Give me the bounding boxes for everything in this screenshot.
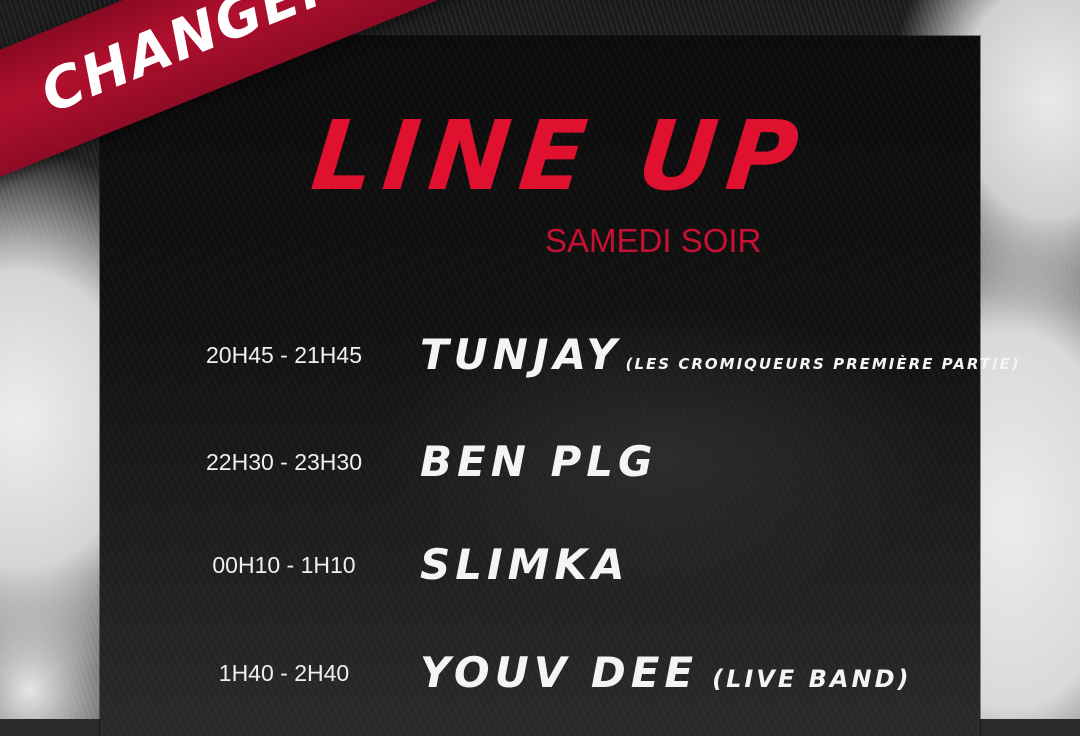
artist-label: TUNJAY: [420, 330, 622, 379]
lineup-row: 20H45 - 21H45 TUNJAY (LES CROMIQUEURS PRE…: [0, 325, 1080, 385]
artist-name: TUNJAY (LES CROMIQUEURS PREMIÈRE PARTIE): [420, 325, 1021, 394]
artist-note: (LIVE BAND): [712, 665, 912, 693]
artist-label: SLIMKA: [420, 540, 630, 589]
lineup-row: 00H10 - 1H10 SLIMKA: [0, 535, 1080, 595]
page-title: LINE UP: [306, 100, 814, 212]
artist-label: BEN PLG: [420, 437, 658, 486]
artist-label: YOUV DEE: [420, 648, 699, 697]
set-time: 22H30 - 23H30: [206, 449, 362, 475]
lineup-row: 22H30 - 23H30 BEN PLG: [0, 432, 1080, 492]
artist-name: YOUV DEE (LIVE BAND): [420, 643, 911, 709]
artist-name: SLIMKA: [420, 535, 629, 595]
artist-name: BEN PLG: [420, 432, 658, 492]
set-time: 1H40 - 2H40: [218, 660, 350, 686]
set-time: 00H10 - 1H10: [212, 552, 356, 578]
artist-note: (LES CROMIQUEURS PREMIÈRE PARTIE): [625, 355, 1021, 373]
set-time: 20H45 - 21H45: [206, 342, 362, 368]
page-subtitle: SAMEDI SOIR: [545, 222, 762, 259]
lineup-row: 1H40 - 2H40 YOUV DEE (LIVE BAND): [0, 643, 1080, 703]
